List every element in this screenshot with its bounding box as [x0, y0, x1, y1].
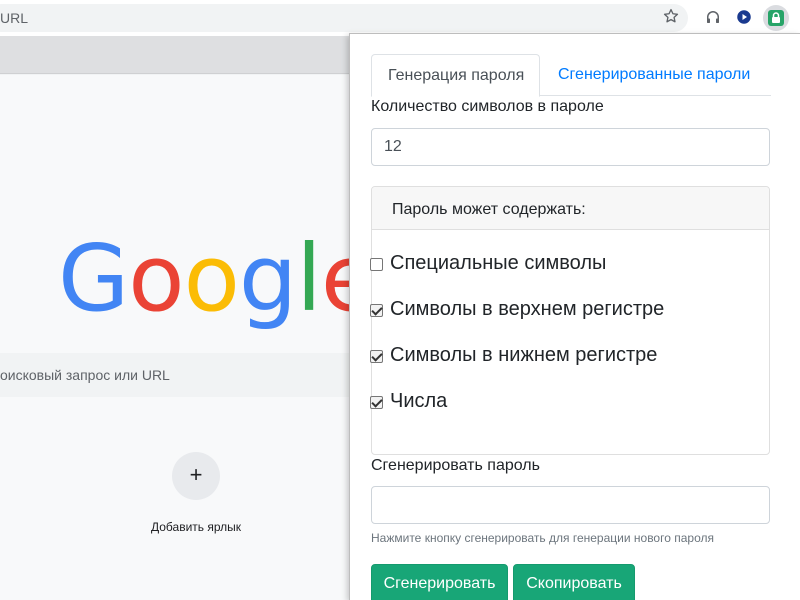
headphones-icon[interactable] — [704, 8, 722, 26]
password-generator-popup: Генерация пароля Сгенерированные пароли … — [349, 33, 800, 600]
lock-icon — [768, 10, 784, 26]
uppercase-checkbox[interactable] — [370, 304, 383, 317]
generate-password-label: Сгенерировать пароль — [371, 457, 540, 474]
star-icon[interactable] — [662, 7, 680, 25]
play-icon[interactable] — [735, 8, 753, 26]
lowercase-label: Символы в нижнем регистре — [390, 344, 658, 366]
help-text: Нажмите кнопку сгенерировать для генерац… — [371, 531, 714, 545]
plus-icon: + — [189, 462, 203, 487]
tab-password-generation[interactable]: Генерация пароля — [371, 54, 540, 97]
lowercase-checkbox[interactable] — [370, 350, 383, 363]
uppercase-label: Символы в верхнем регистре — [390, 298, 665, 320]
generate-button[interactable]: Сгенерировать — [371, 564, 508, 600]
omnibox[interactable]: URL — [0, 4, 688, 32]
special-chars-checkbox[interactable] — [370, 258, 383, 271]
numbers-checkbox[interactable] — [370, 396, 383, 409]
ntp-search-box[interactable]: оисковый запрос или URL — [0, 353, 360, 397]
add-shortcut-button[interactable]: + — [172, 452, 220, 500]
add-shortcut-label: Добавить ярлык — [150, 520, 241, 534]
popup-tabs: Генерация пароля Сгенерированные пароли — [371, 54, 771, 97]
special-chars-label: Специальные символы — [390, 252, 607, 274]
options-header-text: Пароль может содержать: — [392, 201, 586, 218]
omnibox-text: URL — [0, 10, 29, 26]
copy-button[interactable]: Скопировать — [513, 564, 635, 600]
password-length-input[interactable]: 12 — [371, 128, 770, 166]
browser-toolbar: URL — [0, 0, 800, 36]
numbers-label: Числа — [390, 390, 448, 412]
options-card-header: Пароль может содержать: — [372, 187, 769, 230]
tab-generated-passwords[interactable]: Сгенерированные пароли — [542, 54, 766, 96]
google-logo: Google — [58, 225, 377, 332]
password-length-label: Количество символов в пароле — [371, 98, 604, 115]
ntp-search-placeholder: оисковый запрос или URL — [0, 367, 170, 383]
generated-password-field[interactable] — [371, 486, 770, 524]
password-extension-button[interactable] — [763, 5, 789, 31]
